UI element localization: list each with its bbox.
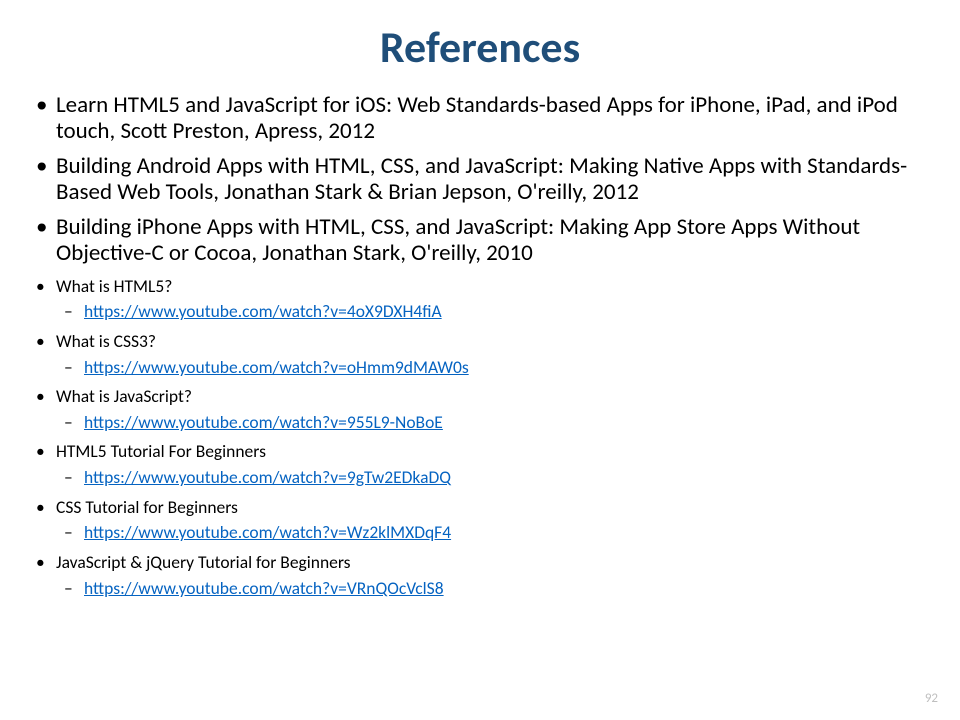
list-item-text: Building Android Apps with HTML, CSS, an… xyxy=(56,152,907,206)
list-item-text: Building iPhone Apps with HTML, CSS, and… xyxy=(56,213,860,267)
list-item: Building Android Apps with HTML, CSS, an… xyxy=(56,153,930,206)
reference-link[interactable]: https://www.youtube.com/watch?v=955L9-No… xyxy=(84,411,443,433)
sub-item: https://www.youtube.com/watch?v=9gTw2EDk… xyxy=(84,465,930,490)
list-item: HTML5 Tutorial For Beginners https://www… xyxy=(56,440,930,489)
sub-item: https://www.youtube.com/watch?v=Wz2klMXD… xyxy=(84,520,930,545)
list-item-text: HTML5 Tutorial For Beginners xyxy=(56,440,266,462)
list-item-text: Learn HTML5 and JavaScript for iOS: Web … xyxy=(56,91,898,145)
reference-link[interactable]: https://www.youtube.com/watch?v=9gTw2EDk… xyxy=(84,466,451,488)
list-item: Learn HTML5 and JavaScript for iOS: Web … xyxy=(56,92,930,145)
slide-title: References xyxy=(30,20,930,74)
list-item-text: What is CSS3? xyxy=(56,330,156,352)
reference-list: Learn HTML5 and JavaScript for iOS: Web … xyxy=(30,92,930,600)
list-item-text: JavaScript & jQuery Tutorial for Beginne… xyxy=(56,551,351,573)
reference-link[interactable]: https://www.youtube.com/watch?v=4oX9DXH4… xyxy=(84,300,442,322)
list-item: JavaScript & jQuery Tutorial for Beginne… xyxy=(56,551,930,600)
sub-item: https://www.youtube.com/watch?v=oHmm9dMA… xyxy=(84,355,930,380)
page-number: 92 xyxy=(925,691,938,706)
list-item-text: What is HTML5? xyxy=(56,275,172,297)
list-item: What is CSS3? https://www.youtube.com/wa… xyxy=(56,330,930,379)
list-item-text: CSS Tutorial for Beginners xyxy=(56,496,238,518)
list-item: What is HTML5? https://www.youtube.com/w… xyxy=(56,275,930,324)
sub-item: https://www.youtube.com/watch?v=VRnQOcVc… xyxy=(84,576,930,601)
reference-link[interactable]: https://www.youtube.com/watch?v=oHmm9dMA… xyxy=(84,356,469,378)
reference-link[interactable]: https://www.youtube.com/watch?v=VRnQOcVc… xyxy=(84,577,444,599)
list-item-text: What is JavaScript? xyxy=(56,385,192,407)
reference-link[interactable]: https://www.youtube.com/watch?v=Wz2klMXD… xyxy=(84,521,451,543)
sub-item: https://www.youtube.com/watch?v=4oX9DXH4… xyxy=(84,299,930,324)
list-item: Building iPhone Apps with HTML, CSS, and… xyxy=(56,214,930,267)
list-item: CSS Tutorial for Beginners https://www.y… xyxy=(56,496,930,545)
sub-item: https://www.youtube.com/watch?v=955L9-No… xyxy=(84,410,930,435)
list-item: What is JavaScript? https://www.youtube.… xyxy=(56,385,930,434)
